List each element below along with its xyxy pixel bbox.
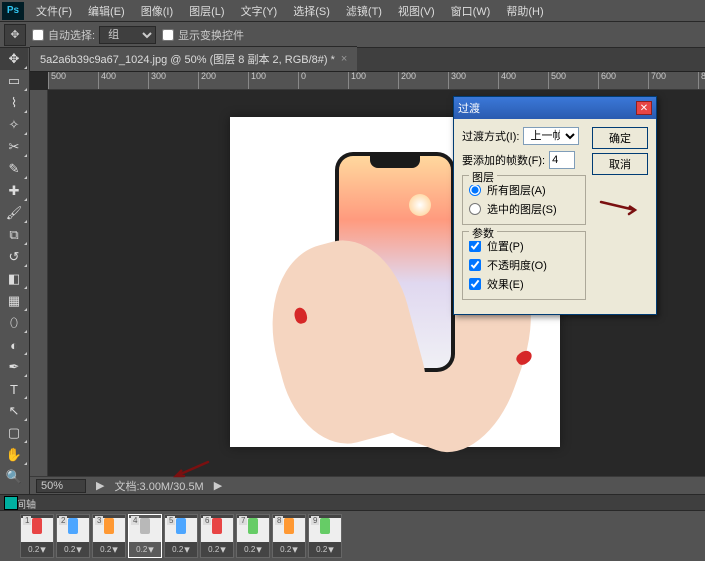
- timeline-frame[interactable]: 20.2▾: [56, 514, 90, 558]
- timeline-frame[interactable]: 70.2▾: [236, 514, 270, 558]
- show-transform-option[interactable]: 显示变换控件: [162, 27, 244, 43]
- frame-number: 5: [167, 516, 175, 525]
- foreground-swatch[interactable]: [4, 496, 18, 510]
- menu-item[interactable]: 文字(Y): [233, 0, 286, 22]
- timeline-frame[interactable]: 30.2▾: [92, 514, 126, 558]
- frame-number: 2: [59, 516, 67, 525]
- ruler-tick: 700: [648, 72, 698, 90]
- move-tool-icon[interactable]: ✥: [4, 24, 26, 46]
- timeline-frame[interactable]: 90.2▾: [308, 514, 342, 558]
- lasso-tool[interactable]: ⌇: [0, 92, 28, 114]
- timeline-frame[interactable]: 10.2▾: [20, 514, 54, 558]
- type-tool[interactable]: T: [0, 378, 28, 400]
- frame-number: 1: [23, 516, 31, 525]
- dodge-tool[interactable]: ◐: [0, 334, 28, 356]
- ruler-tick: 300: [448, 72, 498, 90]
- move-tool[interactable]: ✥: [0, 48, 28, 70]
- opacity-checkbox[interactable]: 不透明度(O): [469, 257, 579, 273]
- eraser-tool[interactable]: ◧: [0, 268, 28, 290]
- tween-mode-label: 过渡方式(I):: [462, 128, 519, 144]
- menu-item[interactable]: 选择(S): [285, 0, 338, 22]
- menu-item[interactable]: 窗口(W): [443, 0, 499, 22]
- menu-item[interactable]: 滤镜(T): [338, 0, 390, 22]
- stamp-tool[interactable]: ⧉: [0, 224, 28, 246]
- tool-palette: ✥ ▭ ⌇ ✧ ✂ ✎ ✚ 🖌 ⧉ ↺ ◧ ▦ ⬯ ◐ ✒ T ↖ ▢ ✋ 🔍: [0, 48, 30, 524]
- timeline-frames: 10.2▾20.2▾30.2▾40.2▾50.2▾60.2▾70.2▾80.2▾…: [0, 511, 705, 561]
- close-icon[interactable]: ×: [341, 53, 347, 65]
- menu-item[interactable]: 图像(I): [133, 0, 181, 22]
- timeline-frame[interactable]: 40.2▾: [128, 514, 162, 558]
- menu-item[interactable]: 视图(V): [390, 0, 443, 22]
- document-tab[interactable]: 5a2a6b39c9a67_1024.jpg @ 50% (图层 8 副本 2,…: [30, 46, 357, 71]
- menu-bar: Ps 文件(F)编辑(E)图像(I)图层(L)文字(Y)选择(S)滤镜(T)视图…: [0, 0, 705, 22]
- ruler-horizontal: 5004003002001000100200300400500600700800…: [48, 72, 705, 90]
- auto-select-dropdown[interactable]: 组: [99, 26, 156, 44]
- frames-to-add-input[interactable]: [549, 151, 575, 169]
- timeline-frame[interactable]: 80.2▾: [272, 514, 306, 558]
- ruler-tick: 0: [298, 72, 348, 90]
- path-tool[interactable]: ↖: [0, 400, 28, 422]
- auto-select-option[interactable]: 自动选择: 组: [32, 26, 156, 44]
- eyedropper-tool[interactable]: ✎: [0, 158, 28, 180]
- menu-item[interactable]: 文件(F): [28, 0, 80, 22]
- timeline-frame[interactable]: 60.2▾: [200, 514, 234, 558]
- dialog-titlebar[interactable]: 过渡 ✕: [454, 97, 656, 119]
- ruler-tick: 400: [98, 72, 148, 90]
- frame-number: 4: [131, 516, 139, 525]
- document-tab-bar: 5a2a6b39c9a67_1024.jpg @ 50% (图层 8 副本 2,…: [0, 48, 705, 72]
- frames-to-add-label: 要添加的帧数(F):: [462, 152, 545, 168]
- ruler-tick: 100: [248, 72, 298, 90]
- brush-tool[interactable]: 🖌: [0, 202, 28, 224]
- menu-item[interactable]: 帮助(H): [498, 0, 551, 22]
- params-group: 参数 位置(P) 不透明度(O) 效果(E): [462, 231, 586, 300]
- crop-tool[interactable]: ✂: [0, 136, 28, 158]
- shape-tool[interactable]: ▢: [0, 422, 28, 444]
- zoom-tool[interactable]: 🔍: [0, 466, 28, 488]
- ruler-vertical: [30, 90, 48, 480]
- frame-number: 7: [239, 516, 247, 525]
- options-bar: ✥ 自动选择: 组 显示变换控件: [0, 22, 705, 48]
- menu-item[interactable]: 图层(L): [181, 0, 232, 22]
- annotation-arrow: [599, 200, 639, 216]
- timeline-header[interactable]: 时间轴: [0, 495, 705, 511]
- chevron-right-icon[interactable]: ▶: [96, 479, 104, 492]
- ruler-tick: 500: [48, 72, 98, 90]
- ruler-tick: 800: [698, 72, 705, 90]
- layers-group: 图层 所有图层(A) 选中的图层(S): [462, 175, 586, 225]
- ruler-tick: 200: [198, 72, 248, 90]
- ruler-tick: 500: [548, 72, 598, 90]
- history-brush-tool[interactable]: ↺: [0, 246, 28, 268]
- blur-tool[interactable]: ⬯: [0, 312, 28, 334]
- cancel-button[interactable]: 取消: [592, 153, 648, 175]
- ruler-tick: 200: [398, 72, 448, 90]
- frame-number: 6: [203, 516, 211, 525]
- ok-button[interactable]: 确定: [592, 127, 648, 149]
- marquee-tool[interactable]: ▭: [0, 70, 28, 92]
- frame-number: 3: [95, 516, 103, 525]
- annotation-arrow-2: [170, 460, 210, 480]
- chevron-right-icon[interactable]: ▶: [214, 479, 222, 492]
- timeline-frame[interactable]: 50.2▾: [164, 514, 198, 558]
- pen-tool[interactable]: ✒: [0, 356, 28, 378]
- zoom-level[interactable]: 50%: [36, 479, 86, 493]
- frame-number: 8: [275, 516, 283, 525]
- status-bar: 50% ▶ 文档:3.00M/30.5M ▶: [30, 476, 705, 494]
- gradient-tool[interactable]: ▦: [0, 290, 28, 312]
- hand-tool[interactable]: ✋: [0, 444, 28, 466]
- ruler-tick: 400: [498, 72, 548, 90]
- frame-number: 9: [311, 516, 319, 525]
- selected-layers-radio[interactable]: 选中的图层(S): [469, 201, 579, 217]
- heal-tool[interactable]: ✚: [0, 180, 28, 202]
- effect-checkbox[interactable]: 效果(E): [469, 276, 579, 292]
- app-logo: Ps: [2, 2, 24, 20]
- ruler-tick: 600: [598, 72, 648, 90]
- ruler-tick: 300: [148, 72, 198, 90]
- timeline-panel: 时间轴 10.2▾20.2▾30.2▾40.2▾50.2▾60.2▾70.2▾8…: [0, 494, 705, 550]
- tween-mode-select[interactable]: 上一帧: [523, 127, 579, 145]
- wand-tool[interactable]: ✧: [0, 114, 28, 136]
- ruler-tick: 100: [348, 72, 398, 90]
- menu-item[interactable]: 编辑(E): [80, 0, 133, 22]
- dialog-close-button[interactable]: ✕: [636, 101, 652, 115]
